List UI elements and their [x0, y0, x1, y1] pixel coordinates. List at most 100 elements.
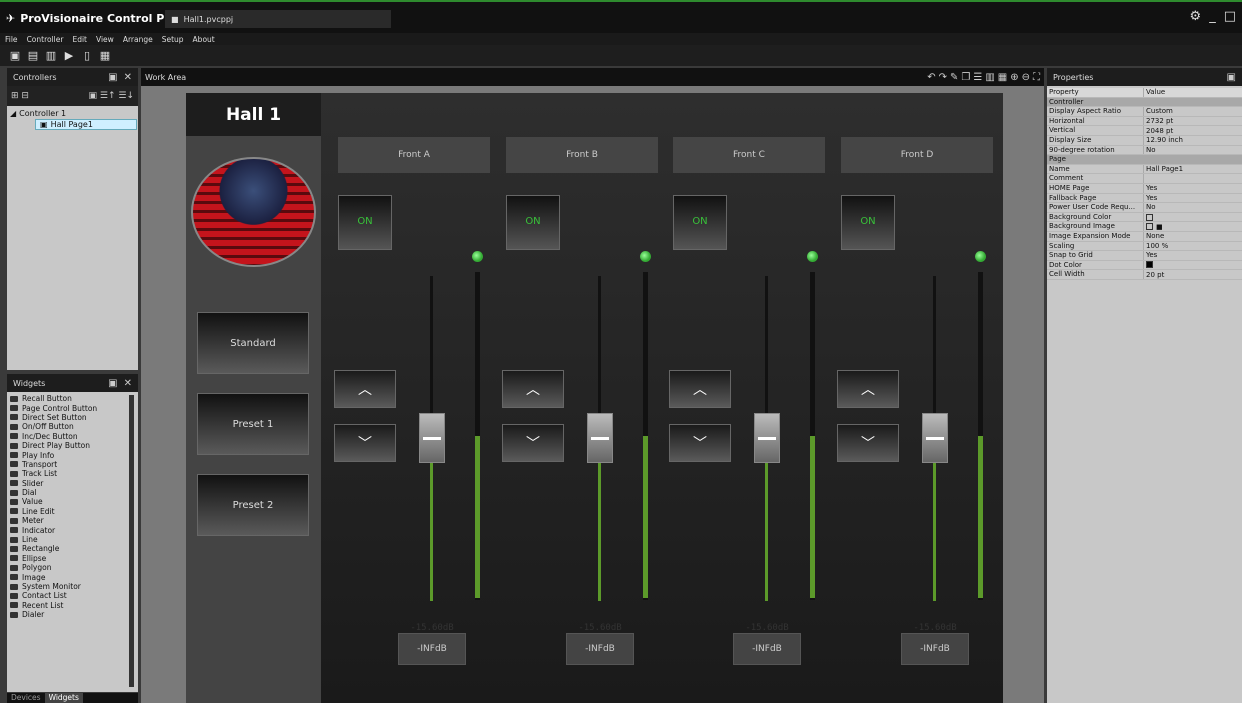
on-off-button[interactable]: ON — [841, 195, 895, 250]
tab-devices[interactable]: Devices — [7, 693, 45, 703]
checkbox-icon[interactable] — [1146, 223, 1153, 231]
widget-list-item[interactable]: Rectangle — [7, 544, 138, 553]
widget-list-item[interactable]: Transport — [7, 460, 138, 469]
trash-icon[interactable]: ■ — [1156, 223, 1163, 231]
menu-arrange[interactable]: Arrange — [123, 35, 153, 44]
on-off-button[interactable]: ON — [338, 195, 392, 250]
property-row[interactable]: Background Image ■ — [1047, 222, 1242, 232]
grid-icon[interactable]: ▦ — [998, 72, 1007, 83]
sort-icons[interactable]: ▣ ☰↑ ☰↓ — [89, 91, 134, 101]
property-row[interactable]: Dot Color — [1047, 260, 1242, 271]
open-file-icon[interactable]: ▤ — [26, 49, 40, 63]
fader-knob[interactable] — [922, 413, 948, 463]
widget-list-item[interactable]: Inc/Dec Button — [7, 432, 138, 441]
tree-node-controller[interactable]: ◢ Controller 1 — [10, 108, 135, 119]
property-row[interactable]: Scaling 100 % — [1047, 241, 1242, 252]
save-icon[interactable]: ▥ — [44, 49, 58, 63]
minimize-icon[interactable]: _ — [1209, 9, 1216, 24]
zoom-in-icon[interactable]: ⊕ — [1010, 72, 1018, 83]
preset-standard-button[interactable]: Standard — [197, 312, 309, 374]
property-row[interactable]: Snap to Grid Yes — [1047, 251, 1242, 261]
increment-button[interactable]: ︿ — [334, 370, 396, 408]
menu-file[interactable]: File — [5, 35, 18, 44]
property-row[interactable]: Image Expansion Mode None — [1047, 231, 1242, 242]
tab-widgets[interactable]: Widgets — [44, 693, 83, 703]
widget-list-item[interactable]: Polygon — [7, 563, 138, 572]
menu-about[interactable]: About — [193, 35, 215, 44]
distribute-icon[interactable]: ▥ — [985, 72, 994, 83]
property-row[interactable]: Fallback Page Yes — [1047, 193, 1242, 204]
widget-list-item[interactable]: Indicator — [7, 525, 138, 535]
widget-list-item[interactable]: Ellipse — [7, 554, 138, 563]
align-icon[interactable]: ☰ — [973, 72, 982, 83]
widget-list-item[interactable]: On/Off Button — [7, 422, 138, 431]
property-row[interactable]: Background Color — [1047, 212, 1242, 223]
undo-icon[interactable]: ↶ — [927, 72, 935, 83]
fader-knob[interactable] — [754, 413, 780, 463]
db-value-button[interactable]: -INFdB — [733, 633, 801, 665]
close-icon[interactable]: ✕ — [124, 72, 132, 83]
fader-knob[interactable] — [587, 413, 613, 463]
maximize-icon[interactable]: □ — [1224, 9, 1236, 24]
widget-list-item[interactable]: Track List — [7, 469, 138, 478]
checkbox-icon[interactable] — [1146, 213, 1153, 221]
widget-scrollbar[interactable] — [129, 395, 134, 687]
preset-2-button[interactable]: Preset 2 — [197, 474, 309, 536]
gear-icon[interactable]: ⚙ — [1190, 9, 1202, 24]
menu-edit[interactable]: Edit — [72, 35, 87, 44]
db-value-button[interactable]: -INFdB — [398, 633, 466, 665]
widget-list-item[interactable]: System Monitor — [7, 582, 138, 591]
decrement-button[interactable]: ﹀ — [502, 424, 564, 462]
widget-list-item[interactable]: Play Info — [7, 450, 138, 460]
widget-list-item[interactable]: Line — [7, 535, 138, 544]
increment-button[interactable]: ︿ — [502, 370, 564, 408]
db-value-button[interactable]: -INFdB — [566, 633, 634, 665]
db-value-button[interactable]: -INFdB — [901, 633, 969, 665]
property-row[interactable]: Vertical 2048 pt — [1047, 126, 1242, 136]
device-icon[interactable]: ▯ — [80, 49, 94, 63]
on-off-button[interactable]: ON — [506, 195, 560, 250]
widget-list-item[interactable]: Direct Play Button — [7, 441, 138, 450]
redo-icon[interactable]: ↷ — [939, 72, 947, 83]
decrement-button[interactable]: ﹀ — [334, 424, 396, 462]
color-swatch[interactable] — [1146, 261, 1153, 269]
edit-icon[interactable]: ✎ — [950, 72, 958, 83]
increment-button[interactable]: ︿ — [837, 370, 899, 408]
window-icon[interactable]: ▦ — [98, 49, 112, 63]
widget-list-item[interactable]: Page Control Button — [7, 403, 138, 413]
file-tab[interactable]: ■ Hall1.pvcppj — [165, 10, 391, 28]
undock-icon[interactable]: ▣ — [1227, 72, 1236, 83]
property-row[interactable]: HOME Page Yes — [1047, 183, 1242, 194]
widget-list-item[interactable]: Dialer — [7, 610, 138, 619]
fit-icon[interactable]: ⛶ — [1033, 72, 1040, 83]
property-row[interactable]: Horizontal 2732 pt — [1047, 116, 1242, 127]
preset-1-button[interactable]: Preset 1 — [197, 393, 309, 455]
fader-knob[interactable] — [419, 413, 445, 463]
decrement-button[interactable]: ﹀ — [837, 424, 899, 462]
widget-list-item[interactable]: Direct Set Button — [7, 413, 138, 422]
expand-collapse-icons[interactable]: ⊞ ⊟ — [11, 91, 29, 101]
increment-button[interactable]: ︿ — [669, 370, 731, 408]
menu-controller[interactable]: Controller — [27, 35, 64, 44]
widget-list-item[interactable]: Image — [7, 572, 138, 582]
undock-icon[interactable]: ▣ — [108, 72, 117, 83]
tree-node-page[interactable]: ▣ Hall Page1 — [35, 119, 137, 130]
property-row[interactable]: Comment — [1047, 174, 1242, 184]
close-icon[interactable]: ✕ — [124, 378, 132, 389]
property-row[interactable]: Power User Code Requ... No — [1047, 203, 1242, 213]
widget-list-item[interactable]: Value — [7, 497, 138, 506]
zoom-out-icon[interactable]: ⊖ — [1022, 72, 1030, 83]
widget-list-item[interactable]: Recent List — [7, 601, 138, 610]
widget-list-item[interactable]: Line Edit — [7, 507, 138, 516]
widget-list-item[interactable]: Contact List — [7, 591, 138, 600]
property-row[interactable]: 90-degree rotation No — [1047, 145, 1242, 156]
undock-icon[interactable]: ▣ — [108, 378, 117, 389]
play-icon[interactable]: ▶ — [62, 49, 76, 63]
copy-icon[interactable]: ❐ — [961, 72, 970, 83]
widget-list-item[interactable]: Dial — [7, 488, 138, 497]
new-file-icon[interactable]: ▣ — [8, 49, 22, 63]
property-row[interactable]: Display Aspect Ratio Custom — [1047, 107, 1242, 117]
widget-list-item[interactable]: Slider — [7, 479, 138, 488]
menu-setup[interactable]: Setup — [162, 35, 184, 44]
property-row[interactable]: Cell Width 20 pt — [1047, 270, 1242, 280]
